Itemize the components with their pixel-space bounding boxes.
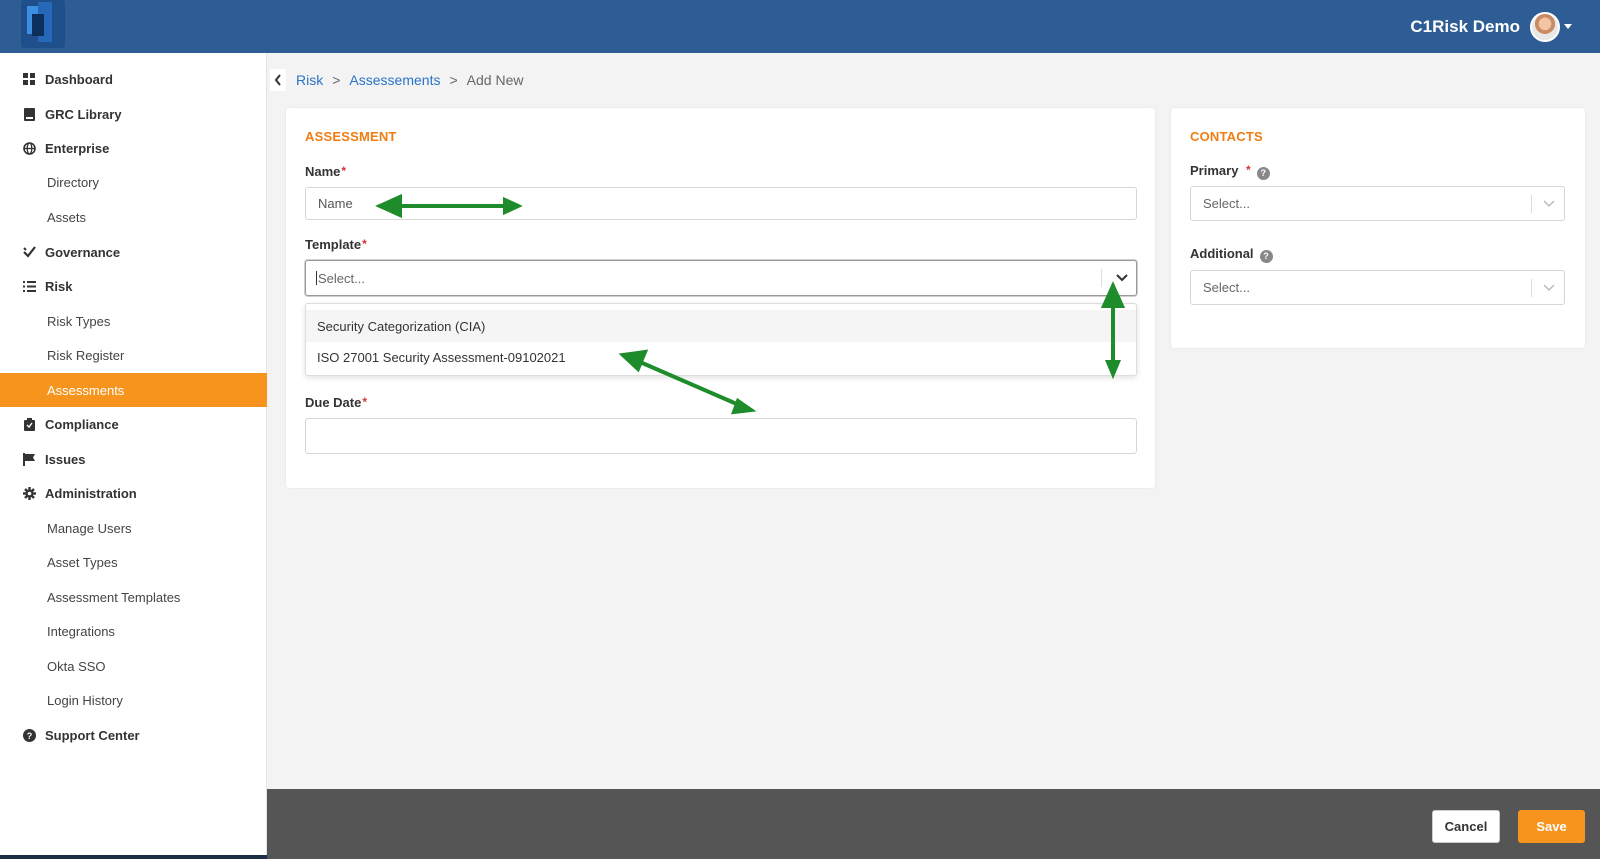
sidebar-item-risk[interactable]: Risk <box>0 269 267 303</box>
sidebar-item-label: Okta SSO <box>47 658 106 674</box>
breadcrumb-risk[interactable]: Risk <box>296 72 323 88</box>
sidebar-item-risk-types[interactable]: Risk Types <box>0 304 267 338</box>
sidebar-item-enterprise[interactable]: Enterprise <box>0 131 267 165</box>
sidebar-item-risk-register[interactable]: Risk Register <box>0 338 267 372</box>
contacts-card <box>1171 108 1585 348</box>
due-date-input[interactable] <box>305 418 1137 454</box>
sidebar-item-directory[interactable]: Directory <box>0 165 267 199</box>
sidebar-item-label: Risk <box>45 278 73 294</box>
sidebar-item-label: Support Center <box>45 727 140 743</box>
due-date-label: Due Date* <box>305 395 368 410</box>
help-circle-icon: ? <box>22 728 36 742</box>
chevron-down-icon[interactable] <box>1108 261 1136 295</box>
check-icon <box>22 245 36 259</box>
sidebar-item-label: Assessment Templates <box>47 589 181 605</box>
sidebar-item-label: GRC Library <box>45 106 122 122</box>
primary-label: Primary *? <box>1190 163 1270 180</box>
help-icon[interactable]: ? <box>1256 166 1270 180</box>
avatar[interactable] <box>1530 11 1560 42</box>
gear-icon <box>22 486 36 500</box>
breadcrumb: Risk > Assessements > Add New <box>270 68 523 92</box>
sidebar-item-grc-library[interactable]: GRC Library <box>0 97 267 131</box>
template-option[interactable]: ISO 27001 Security Assessment-09102021 <box>306 341 1136 373</box>
footer-bar <box>267 789 1600 859</box>
primary-contact-select[interactable]: Select... <box>1190 186 1565 221</box>
sidebar-item-label: Login History <box>47 692 123 708</box>
sidebar-item-integrations[interactable]: Integrations <box>0 614 267 648</box>
sidebar-item-label: Enterprise <box>45 140 110 156</box>
breadcrumb-separator: > <box>332 72 341 88</box>
svg-text:?: ? <box>26 731 32 741</box>
sidebar-item-label: Integrations <box>47 623 115 639</box>
sidebar-item-manage-users[interactable]: Manage Users <box>0 511 267 545</box>
save-button[interactable]: Save <box>1518 810 1585 843</box>
sidebar-item-label: Assets <box>47 209 87 225</box>
assessment-section-title: ASSESSMENT <box>305 129 397 144</box>
chevron-down-icon[interactable] <box>1535 271 1563 304</box>
sidebar-item-dashboard[interactable]: Dashboard <box>0 62 267 96</box>
sidebar-item-compliance[interactable]: Compliance <box>0 407 267 441</box>
sidebar-item-label: Asset Types <box>47 554 118 570</box>
app-logo[interactable] <box>18 0 66 50</box>
globe-icon <box>22 141 36 155</box>
breadcrumb-separator: > <box>449 72 458 88</box>
chevron-down-icon[interactable] <box>1535 187 1563 220</box>
template-dropdown-menu: Security Categorization (CIA) ISO 27001 … <box>305 303 1137 376</box>
caret-down-icon <box>1564 24 1572 29</box>
additional-contact-select[interactable]: Select... <box>1190 270 1565 305</box>
sidebar-item-administration[interactable]: Administration <box>0 476 267 510</box>
sidebar-item-okta-sso[interactable]: Okta SSO <box>0 649 267 683</box>
sidebar-item-support-center[interactable]: ? Support Center <box>0 718 267 752</box>
sidebar-item-label: Risk Types <box>47 313 111 329</box>
sidebar-item-assessments[interactable]: Assessments <box>0 373 267 407</box>
sidebar-item-label: Administration <box>45 485 137 501</box>
sidebar-item-label: Governance <box>45 244 121 260</box>
breadcrumb-current: Add New <box>466 72 524 88</box>
back-button[interactable] <box>270 69 286 91</box>
sidebar-item-asset-types[interactable]: Asset Types <box>0 545 267 579</box>
sidebar-item-assets[interactable]: Assets <box>0 200 267 234</box>
breadcrumb-assessments[interactable]: Assessements <box>349 72 440 88</box>
sidebar-item-label: Directory <box>47 174 100 190</box>
chevron-left-icon <box>274 74 281 86</box>
book-icon <box>22 107 36 121</box>
sidebar-item-label: Issues <box>45 451 86 467</box>
sidebar-item-assessment-templates[interactable]: Assessment Templates <box>0 580 267 614</box>
sidebar-item-label: Dashboard <box>45 71 113 87</box>
list-icon <box>22 279 36 293</box>
sidebar-item-issues[interactable]: Issues <box>0 442 267 476</box>
text-cursor <box>316 271 317 285</box>
help-icon[interactable]: ? <box>1259 249 1273 263</box>
flag-icon <box>22 452 36 466</box>
sidebar-item-governance[interactable]: Governance <box>0 235 267 269</box>
template-label: Template* <box>305 237 367 252</box>
sidebar-item-label: Assessments <box>47 382 125 398</box>
additional-label: Additional? <box>1190 246 1273 263</box>
cancel-button[interactable]: Cancel <box>1432 810 1500 843</box>
contacts-section-title: CONTACTS <box>1190 129 1263 144</box>
name-input[interactable]: Name <box>305 187 1137 220</box>
top-bar: C1Risk Demo <box>0 0 1600 53</box>
sidebar-item-login-history[interactable]: Login History <box>0 683 267 717</box>
template-select[interactable]: Select... <box>305 260 1137 296</box>
sidebar-item-label: Compliance <box>45 416 119 432</box>
sidebar-item-label: Risk Register <box>47 347 125 363</box>
user-menu[interactable]: C1Risk Demo <box>1410 0 1572 53</box>
clipboard-icon <box>22 417 36 431</box>
grid-icon <box>22 72 36 86</box>
user-name: C1Risk Demo <box>1410 16 1520 36</box>
name-label: Name* <box>305 164 347 179</box>
sidebar-item-label: Manage Users <box>47 520 132 536</box>
template-option[interactable]: Security Categorization (CIA) <box>306 310 1136 342</box>
